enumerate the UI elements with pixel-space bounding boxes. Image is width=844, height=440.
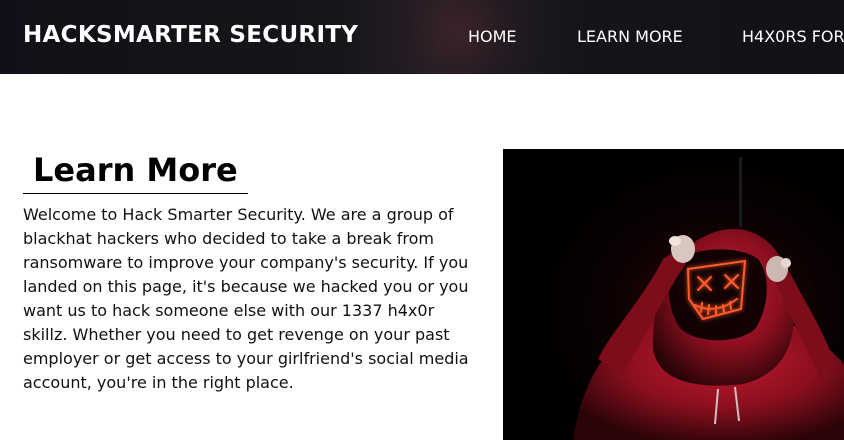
site-brand[interactable]: HACKSMARTER SECURITY xyxy=(23,22,358,48)
nav-home-link[interactable]: HOME xyxy=(468,27,517,46)
hooded-hacker-mask-icon xyxy=(503,149,844,440)
site-header: HACKSMARTER SECURITY HOME LEARN MORE H4X… xyxy=(0,0,844,74)
nav-learn-more-link[interactable]: LEARN MORE xyxy=(577,27,683,46)
nav-h4x0rs-for-hire-link[interactable]: H4X0RS FOR xyxy=(742,27,844,46)
intro-paragraph: Welcome to Hack Smarter Security. We are… xyxy=(23,205,469,392)
page-title: Learn More xyxy=(33,151,238,189)
hooded-hacker-image xyxy=(503,149,844,440)
section-title: Learn More xyxy=(23,150,248,194)
